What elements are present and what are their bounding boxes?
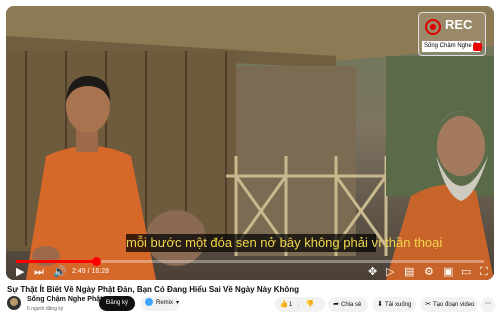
time-total: 16:28 xyxy=(91,268,109,275)
download-label: Tải xuống xyxy=(385,302,412,308)
volume-icon[interactable]: 🔊 xyxy=(53,266,67,278)
player-controls: ▶ ⏭ 🔊 2:49 / 16:28 ✥ ▷ ▤ ⚙ ▣ ▭ ⛶ xyxy=(6,264,494,280)
thumbs-down-icon[interactable]: 👎 xyxy=(305,297,315,312)
remix-label: Remix xyxy=(156,300,174,306)
progress-bar[interactable] xyxy=(16,257,484,266)
like-button[interactable]: 👍1 xyxy=(275,301,293,308)
clip-label: Tạo đoạn video xyxy=(433,302,475,308)
miniplayer-toggle-icon[interactable]: ▷ xyxy=(386,266,394,278)
youtube-logo-icon xyxy=(473,43,482,51)
remix-icon xyxy=(145,298,153,307)
video-player[interactable]: REC Sống Chậm Nghe Phật mỗi bước một đóa… xyxy=(6,6,494,280)
miniplayer-icon[interactable]: ▣ xyxy=(443,266,453,278)
channel-avatar[interactable] xyxy=(7,296,21,310)
remix-button[interactable]: Remix ▾ xyxy=(140,296,180,311)
subscriber-count: 6 người đăng ký xyxy=(27,306,64,312)
download-button[interactable]: ⬇ Tải xuống xyxy=(372,297,416,312)
rec-label: REC xyxy=(445,17,473,32)
video-title: Sự Thật Ít Biết Về Ngày Phật Đản, Bạn Có… xyxy=(7,285,300,294)
theater-mode-icon[interactable]: ▭ xyxy=(461,266,471,278)
caption-text: mỗi bước một đóa sen nở bây không phải v… xyxy=(126,234,443,252)
autoplay-icon[interactable]: ✥ xyxy=(368,266,377,278)
thumbs-up-icon: 👍 xyxy=(279,301,289,308)
progress-fill xyxy=(16,260,96,263)
scissors-icon: ✂ xyxy=(425,301,431,308)
more-actions-button[interactable]: ⋯ xyxy=(481,297,495,312)
like-dislike-group: 👍1 | 👎 xyxy=(275,297,325,312)
play-icon[interactable]: ▶ xyxy=(16,266,24,278)
next-icon[interactable]: ⏭ xyxy=(34,266,44,278)
share-button[interactable]: ➦ Chia sẻ xyxy=(328,297,368,312)
rec-channel-label: Sống Chậm Nghe Phật xyxy=(422,41,480,52)
time-current: 2:49 xyxy=(72,268,86,275)
more-horizontal-icon: ⋯ xyxy=(485,301,491,307)
clip-button[interactable]: ✂ Tạo đoạn video xyxy=(420,297,478,312)
time-display: 2:49 / 16:28 xyxy=(72,268,109,275)
fullscreen-icon[interactable]: ⛶ xyxy=(480,266,488,278)
channel-name[interactable]: Sống Chậm Nghe Phật xyxy=(27,296,102,303)
like-count: 1 xyxy=(289,302,293,308)
share-icon: ➦ xyxy=(333,301,339,308)
settings-gear-icon[interactable]: ⚙ xyxy=(424,266,434,278)
download-icon: ⬇ xyxy=(377,301,383,308)
rec-watermark: REC Sống Chậm Nghe Phật xyxy=(418,12,486,56)
subtitles-icon[interactable]: ▤ xyxy=(404,266,414,278)
share-label: Chia sẻ xyxy=(341,302,362,308)
subscribe-button[interactable]: Đăng ký xyxy=(99,296,135,311)
record-icon xyxy=(425,19,441,35)
chevron-down-icon: ▾ xyxy=(176,300,180,306)
